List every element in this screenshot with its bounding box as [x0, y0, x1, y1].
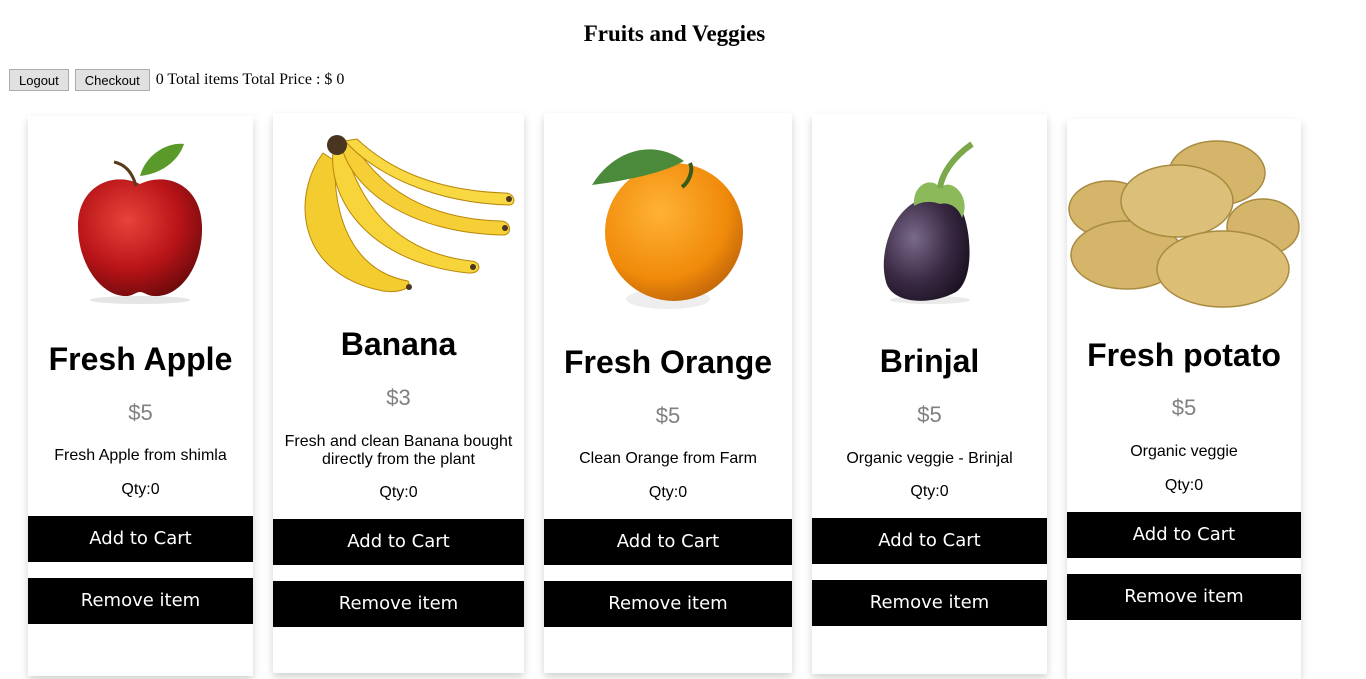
product-qty: Qty:0	[379, 484, 418, 501]
product-qty: Qty:0	[910, 483, 949, 500]
cart-summary: 0 Total items Total Price : $ 0	[155, 71, 345, 88]
product-price: $5	[655, 403, 681, 428]
product-price: $3	[386, 385, 411, 410]
add-to-cart-button[interactable]: Add to Cart	[273, 519, 524, 565]
add-to-cart-button[interactable]: Add to Cart	[812, 518, 1047, 564]
product-card-apple: Fresh Apple $5 Fresh Apple from shimla Q…	[28, 116, 253, 676]
logout-button[interactable]: Logout	[9, 69, 69, 91]
remove-item-button[interactable]: Remove item	[273, 581, 524, 627]
remove-item-button[interactable]: Remove item	[28, 578, 253, 624]
remove-item-button[interactable]: Remove item	[1067, 574, 1301, 620]
brinjal-image	[812, 114, 1047, 314]
product-qty: Qty:0	[1164, 477, 1204, 494]
remove-item-button[interactable]: Remove item	[544, 581, 792, 627]
product-name: Brinjal	[879, 343, 980, 379]
remove-item-button[interactable]: Remove item	[812, 580, 1047, 626]
product-qty: Qty:0	[648, 484, 688, 501]
product-price: $5	[1171, 395, 1197, 420]
product-description: Organic veggie - Brinjal	[846, 450, 1013, 467]
page-title: Fruits and Veggies	[583, 21, 766, 46]
orange-image	[544, 113, 792, 313]
toolbar: Logout Checkout 0 Total items Total Pric…	[9, 69, 344, 91]
add-to-cart-button[interactable]: Add to Cart	[544, 519, 792, 565]
checkout-button[interactable]: Checkout	[74, 69, 150, 91]
add-to-cart-button[interactable]: Add to Cart	[28, 516, 253, 562]
product-card-brinjal: Brinjal $5 Organic veggie - Brinjal Qty:…	[812, 114, 1047, 674]
apple-image	[28, 116, 253, 316]
product-card-orange: Fresh Orange $5 Clean Orange from Farm Q…	[544, 113, 792, 673]
product-name: Fresh Apple	[48, 341, 233, 377]
banana-image	[273, 113, 524, 313]
product-name: Fresh Orange	[563, 344, 773, 380]
product-qty: Qty:0	[121, 481, 160, 498]
product-description: Fresh and clean Banana bought directly f…	[284, 433, 513, 468]
product-card-potato: Fresh potato $5 Organic veggie Qty:0 Add…	[1067, 119, 1301, 679]
product-description: Fresh Apple from shimla	[54, 447, 227, 464]
product-name: Banana	[340, 326, 457, 362]
product-price: $5	[128, 400, 153, 425]
product-card-banana: Banana $3 Fresh and clean Banana bought …	[273, 113, 524, 673]
product-description: Organic veggie	[1130, 443, 1238, 460]
potato-image	[1067, 119, 1301, 319]
product-name: Fresh potato	[1087, 337, 1281, 373]
add-to-cart-button[interactable]: Add to Cart	[1067, 512, 1301, 558]
product-description: Clean Orange from Farm	[579, 450, 757, 467]
product-price: $5	[917, 402, 942, 427]
